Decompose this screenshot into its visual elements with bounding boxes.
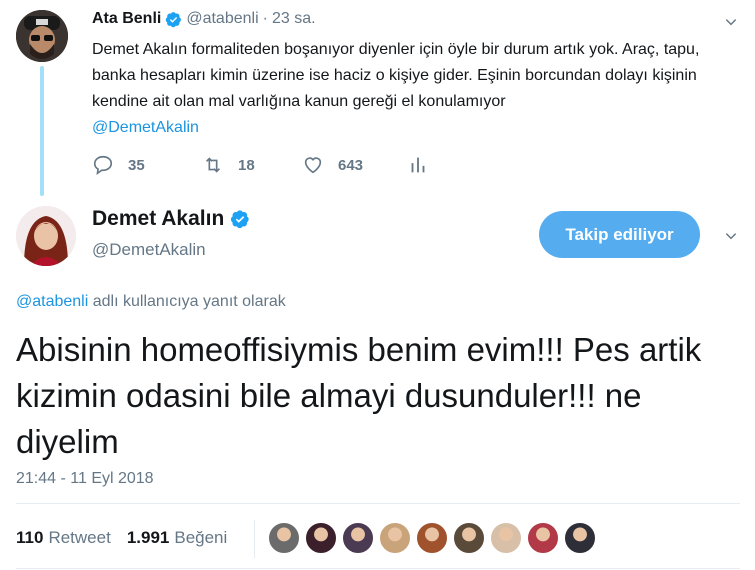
parent-tweet-text: Demet Akalın formaliteden boşanıyor diye…	[92, 37, 742, 141]
parent-tweet-body: Demet Akalın formaliteden boşanıyor diye…	[92, 41, 700, 110]
tweet-timestamp[interactable]: 21:44 - 11 Eyl 2018	[16, 470, 154, 488]
verified-badge-icon	[166, 11, 182, 27]
replying-to: @atabenli adlı kullanıcıya yanıt olarak	[16, 293, 286, 311]
author-name[interactable]: Ata Benli	[92, 10, 161, 28]
tweet-stats: 110 Retweet 1.991 Beğeni	[16, 528, 227, 548]
reply-to-suffix: adlı kullanıcıya yanıt olarak	[88, 293, 286, 310]
liker-avatar[interactable]	[564, 522, 596, 554]
liker-avatar[interactable]	[268, 522, 300, 554]
avatar-demet-akalin[interactable]	[16, 206, 76, 266]
divider	[16, 503, 740, 504]
author-handle[interactable]: @atabenli	[186, 10, 258, 28]
reply-to-mention[interactable]: @atabenli	[16, 293, 88, 310]
liker-avatar[interactable]	[453, 522, 485, 554]
liker-avatar[interactable]	[490, 522, 522, 554]
thread-connector-line	[40, 66, 44, 196]
tweet-time[interactable]: 23 sa.	[272, 10, 316, 28]
like-stat[interactable]: 1.991 Beğeni	[127, 528, 227, 548]
retweet-icon	[205, 157, 221, 173]
reply-icon	[93, 155, 113, 176]
liker-avatar[interactable]	[342, 522, 374, 554]
analytics-button[interactable]	[407, 154, 429, 176]
parent-tweet-actions: 35 18 643	[92, 154, 429, 176]
chevron-down-icon[interactable]	[721, 12, 741, 32]
like-button[interactable]: 643	[302, 154, 407, 176]
parent-tweet[interactable]: Ata Benli @atabenli · 23 sa. Demet Akalı…	[0, 0, 755, 196]
verified-badge-icon	[231, 210, 250, 229]
like-stat-count: 1.991	[126, 528, 170, 547]
avatar-ata-benli[interactable]	[16, 10, 68, 62]
following-button[interactable]: Takip ediliyor	[539, 211, 700, 258]
heart-icon	[304, 157, 322, 174]
liker-avatar[interactable]	[305, 522, 337, 554]
liker-avatar[interactable]	[379, 522, 411, 554]
main-author-header: Demet Akalın	[92, 207, 250, 231]
retweet-stat-count: 110	[16, 528, 44, 547]
analytics-icon	[411, 157, 425, 173]
stats-separator	[254, 520, 255, 558]
main-tweet-text: Abisinin homeoffisiymis benim evim!!! Pe…	[16, 331, 702, 460]
main-author-handle[interactable]: @DemetAkalin	[92, 240, 206, 260]
chevron-down-icon[interactable]	[721, 226, 741, 246]
liker-avatar[interactable]	[416, 522, 448, 554]
like-stat-label: Beğeni	[174, 528, 228, 547]
mention-link[interactable]: @DemetAkalin	[92, 115, 742, 141]
parent-tweet-header: Ata Benli @atabenli · 23 sa.	[92, 10, 316, 28]
separator-dot: ·	[262, 10, 268, 27]
retweet-stat-label: Retweet	[48, 528, 111, 547]
liker-avatars	[268, 522, 596, 554]
liker-avatar[interactable]	[527, 522, 559, 554]
retweet-count: 18	[238, 156, 255, 174]
main-author-name[interactable]: Demet Akalın	[92, 207, 224, 231]
retweet-stat[interactable]: 110 Retweet	[16, 528, 111, 548]
divider	[16, 568, 740, 569]
like-count: 643	[338, 156, 364, 174]
reply-button[interactable]: 35	[92, 154, 202, 176]
reply-count: 35	[128, 156, 145, 174]
retweet-button[interactable]: 18	[202, 154, 302, 176]
